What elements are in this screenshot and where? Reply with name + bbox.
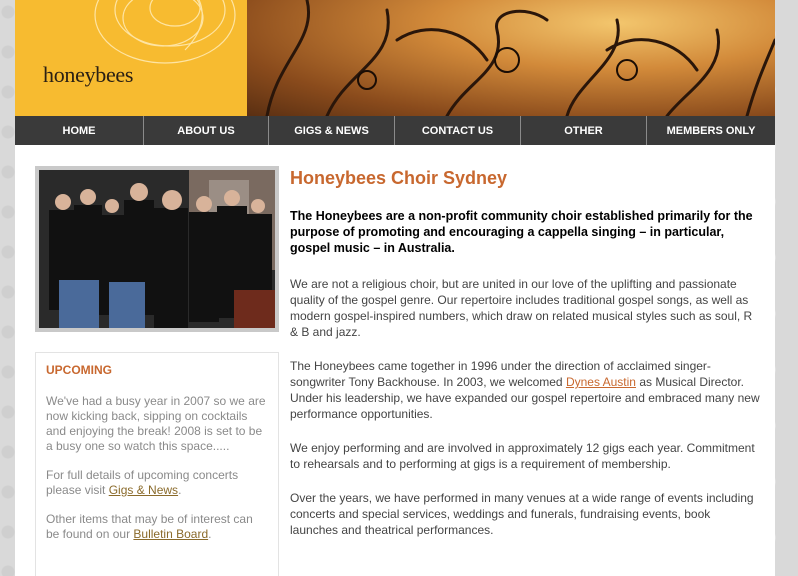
site-logo[interactable]: honeybees (43, 62, 133, 88)
nav-members-only[interactable]: MEMBERS ONLY (647, 116, 775, 145)
nav-gigs-news[interactable]: GIGS & NEWS (269, 116, 395, 145)
choir-photo (39, 170, 275, 328)
paragraph-venues: Over the years, we have performed in man… (290, 491, 754, 537)
upcoming-panel: UPCOMING We've had a busy year in 2007 s… (35, 352, 279, 576)
main-navigation: HOME ABOUT US GIGS & NEWS CONTACT US OTH… (15, 116, 775, 145)
header-banner-image (247, 0, 775, 116)
nav-other[interactable]: OTHER (521, 116, 647, 145)
gigs-news-link[interactable]: Gigs & News (109, 483, 178, 497)
nav-contact-us[interactable]: CONTACT US (395, 116, 521, 145)
paragraph-gigs: We enjoy performing and are involved in … (290, 441, 755, 471)
dynes-austin-link[interactable]: Dynes Austin (566, 375, 636, 389)
paragraph-religion: We are not a religious choir, but are un… (290, 277, 753, 339)
page-title: Honeybees Choir Sydney (290, 168, 508, 188)
upcoming-gigs-text: For full details of upcoming concerts pl… (46, 468, 239, 497)
nav-about-us[interactable]: ABOUT US (144, 116, 269, 145)
site-header: honeybees (15, 0, 775, 116)
bulletin-board-link[interactable]: Bulletin Board (133, 527, 208, 541)
upcoming-text: We've had a busy year in 2007 so we are … (46, 394, 266, 453)
paragraph-history: The Honeybees came together in 1996 unde… (290, 359, 760, 421)
upcoming-bulletin-text: Other items that may be of interest can … (46, 512, 253, 541)
upcoming-heading: UPCOMING (46, 363, 112, 377)
nav-home[interactable]: HOME (15, 116, 144, 145)
intro-paragraph: The Honeybees are a non-profit community… (290, 209, 753, 255)
page: honeybees HOME ABOUT US GIGS & NEWS CONT… (15, 0, 775, 576)
choir-photo-frame (35, 166, 279, 332)
main-content: Honeybees Choir Sydney The Honeybees are… (290, 164, 760, 556)
